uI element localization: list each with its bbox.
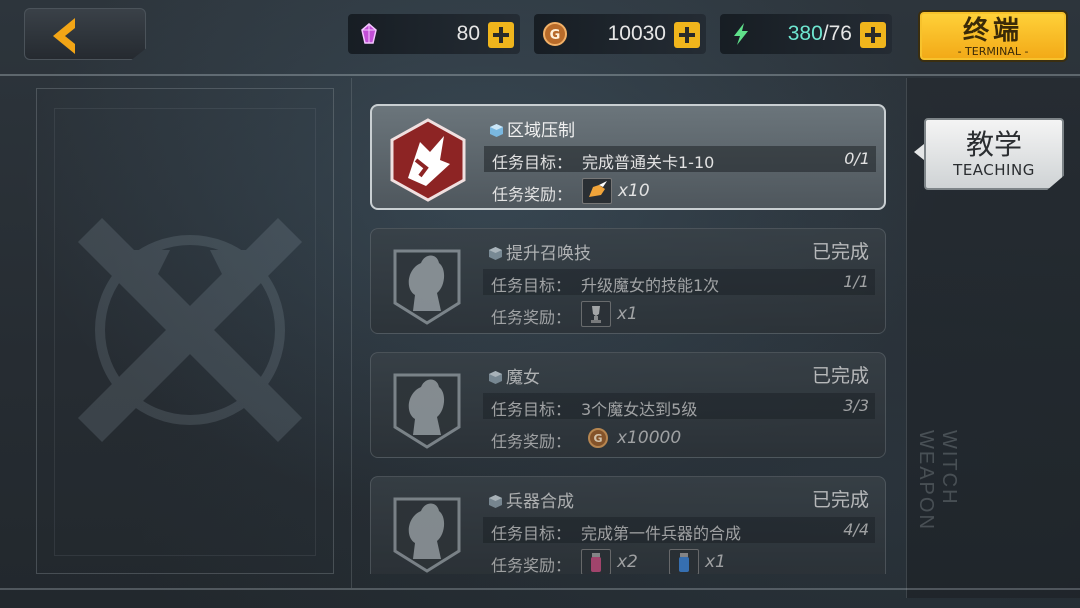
goal-text: 完成普通关卡1-10 (582, 153, 715, 172)
gem-add-button[interactable] (488, 22, 514, 48)
goal-label: 任务目标： (492, 153, 573, 172)
task-card[interactable]: 区域压制 任务目标： 完成普通关卡1-10 0/1 任务奖励： x10 (370, 104, 886, 210)
task-status: 已完成 (811, 365, 869, 387)
stamina-counter: 380/76 (720, 14, 892, 54)
exp-potion-blue-icon (669, 549, 699, 574)
reward-label: 任务奖励： (491, 432, 572, 451)
task-card[interactable]: 魔女 已完成 任务目标： 3个魔女达到5级 3/3 任务奖励： G x10000 (370, 352, 886, 458)
trophy-icon (581, 301, 611, 327)
goal-label: 任务目标： (491, 276, 572, 295)
bottom-divider (0, 588, 1080, 590)
svg-text:G: G (550, 28, 561, 43)
chevron-left-icon (53, 18, 75, 54)
task-reward-row: 任务奖励： x2 x1 (483, 549, 875, 574)
task-goal-row: 任务目标： 升级魔女的技能1次 1/1 (483, 269, 875, 295)
task-title: 区域压制 (490, 116, 575, 141)
reward-label: 任务奖励： (491, 308, 572, 327)
cube-icon (489, 371, 502, 384)
gem-value: 80 (456, 22, 480, 45)
crystal-icon (361, 23, 377, 44)
wing-boots-icon (582, 178, 612, 204)
reward-qty: x1 (617, 304, 638, 324)
witch-silhouette-icon (393, 497, 461, 573)
goal-progress: 0/1 (844, 149, 870, 168)
task-title-text: 区域压制 (507, 121, 575, 141)
exp-potion-red-icon (581, 549, 611, 574)
cube-icon (489, 495, 502, 508)
left-frame-inner (54, 108, 316, 556)
teaching-label: 教学 (965, 128, 1022, 161)
goal-label: 任务目标： (491, 524, 572, 543)
task-title: 魔女 (489, 363, 540, 388)
gold-coin-icon: G (543, 22, 567, 46)
goal-text: 3个魔女达到5级 (581, 400, 698, 419)
stamina-value: 380/76 (788, 22, 852, 46)
task-status: 已完成 (811, 489, 869, 511)
reward-qty: x1 (705, 552, 726, 572)
top-bar: 80 G 10030 380/76 终端 - TERMINAL - (0, 0, 1080, 74)
task-title: 兵器合成 (489, 487, 574, 512)
goal-progress: 1/1 (843, 272, 869, 291)
svg-text:G: G (593, 432, 602, 445)
task-card[interactable]: 兵器合成 已完成 任务目标： 完成第一件兵器的合成 4/4 任务奖励： x2 x… (370, 476, 886, 574)
task-reward-row: 任务奖励： x10 (484, 178, 876, 204)
task-goal-row: 任务目标： 完成第一件兵器的合成 4/4 (483, 517, 875, 543)
teaching-button[interactable]: 教学 TEACHING (924, 118, 1064, 190)
task-title-text: 魔女 (506, 368, 540, 388)
task-reward-row: 任务奖励： x1 (483, 301, 875, 327)
task-title-text: 兵器合成 (506, 492, 574, 512)
gold-value: 10030 (607, 22, 666, 45)
goal-progress: 3/3 (843, 396, 869, 415)
goal-text: 升级魔女的技能1次 (581, 276, 720, 295)
task-status: 已完成 (811, 241, 869, 263)
gold-counter: G 10030 (534, 14, 706, 54)
cube-icon (489, 247, 502, 260)
goal-progress: 4/4 (843, 520, 869, 539)
task-goal-row: 任务目标： 完成普通关卡1-10 0/1 (484, 146, 876, 172)
terminal-button[interactable]: 终端 - TERMINAL - (918, 10, 1068, 62)
stamina-current: 380 (787, 22, 823, 45)
stamina-add-button[interactable] (860, 22, 886, 48)
task-title-text: 提升召唤技 (506, 244, 591, 264)
terminal-label: 终端 (962, 16, 1023, 46)
witch-silhouette-icon (393, 249, 461, 325)
goal-text: 完成第一件兵器的合成 (581, 524, 742, 543)
teaching-pointer (914, 144, 924, 160)
task-goal-row: 任务目标： 3个魔女达到5级 3/3 (483, 393, 875, 419)
region-suppression-emblem-icon (390, 118, 466, 202)
task-title: 提升召唤技 (489, 239, 591, 264)
gem-counter: 80 (348, 14, 520, 54)
goal-label: 任务目标： (491, 400, 572, 419)
top-divider (0, 74, 1080, 76)
task-list[interactable]: 区域压制 任务目标： 完成普通关卡1-10 0/1 任务奖励： x10 提升召唤… (370, 104, 888, 574)
reward-label: 任务奖励： (491, 556, 572, 574)
witch-silhouette-icon (393, 373, 461, 449)
reward-qty: x10000 (617, 428, 682, 448)
reward-qty: x2 (617, 552, 638, 572)
lightning-icon (734, 23, 748, 45)
reward-qty: x10 (618, 181, 650, 201)
stamina-max: /76 (822, 22, 852, 45)
task-reward-row: 任务奖励： G x10000 (483, 425, 875, 451)
side-watermark: WITCH WEAPON (915, 430, 960, 531)
cube-icon (490, 124, 503, 137)
task-card[interactable]: 提升召唤技 已完成 任务目标： 升级魔女的技能1次 1/1 任务奖励： x1 (370, 228, 886, 334)
back-button[interactable] (24, 8, 146, 60)
reward-label: 任务奖励： (492, 185, 573, 204)
gold-add-button[interactable] (674, 22, 700, 48)
teaching-sublabel: TEACHING (953, 161, 1035, 179)
terminal-sublabel: - TERMINAL - (957, 45, 1029, 58)
gold-coin-icon: G (588, 428, 608, 448)
